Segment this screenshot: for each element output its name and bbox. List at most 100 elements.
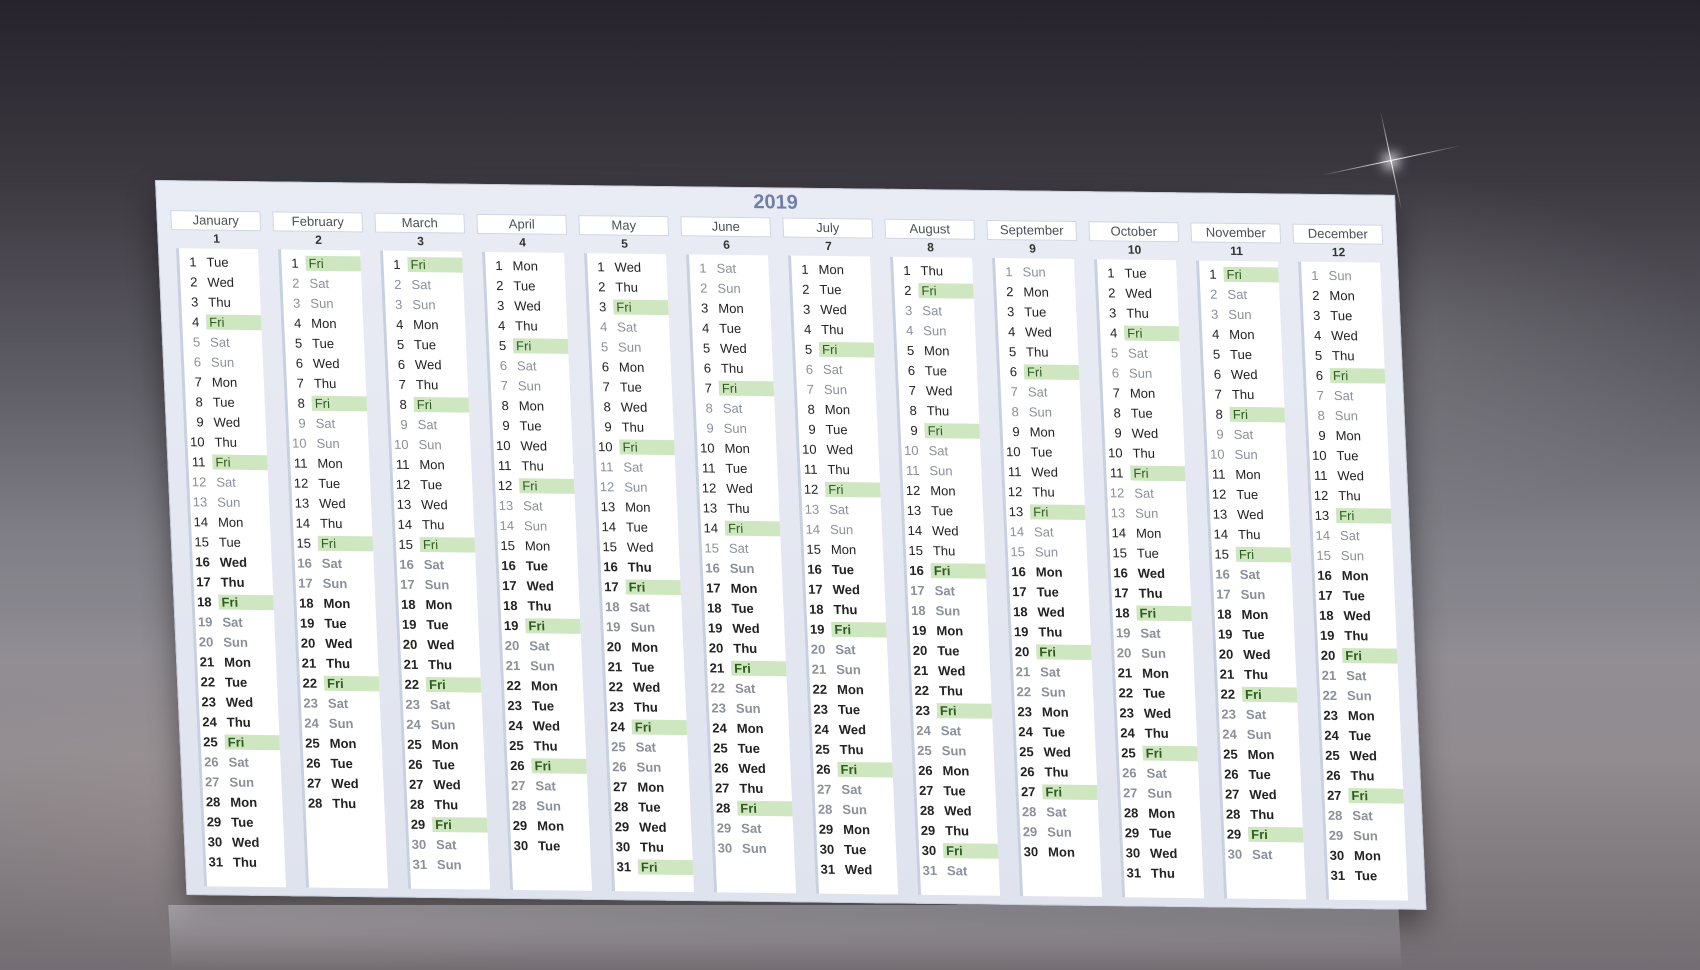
weekday-name: Sat: [928, 442, 949, 458]
day-row: 13 Wed: [292, 492, 372, 513]
weekday-name: Sat: [946, 862, 968, 878]
day-number: 17: [1215, 586, 1231, 602]
day-row: 18 Thu: [806, 599, 886, 620]
weekday-name: Sun: [1346, 687, 1372, 703]
day-row: 12 Sun: [597, 476, 677, 497]
day-number: 27: [612, 778, 628, 794]
day-row: 20 Fri: [1318, 645, 1398, 666]
day-row: 17 Fri: [601, 576, 681, 597]
weekday-name: Fri: [305, 255, 361, 271]
weekday-name: Mon: [1247, 746, 1275, 762]
day-row: 23 Fri: [912, 700, 993, 721]
weekday-name: Fri: [818, 341, 875, 358]
day-list: 1 Tue 2 Wed 3 Thu 4 Fri 5 Sat 6 Sun 7 Mon 8 Tue 9 Wed 10 Th…: [175, 248, 287, 888]
weekday-name: Sun: [636, 758, 662, 775]
weekday-name: Mon: [842, 821, 871, 837]
day-number: 17: [1011, 583, 1027, 599]
day-number: 6: [601, 358, 610, 374]
day-row: 29 Tue: [1122, 822, 1202, 843]
weekday-name: Fri: [323, 675, 380, 691]
weekday-name: Mon: [717, 300, 744, 316]
day-row: 29 Tue: [204, 811, 284, 832]
day-number: 23: [1221, 706, 1237, 722]
table-reflection: [168, 905, 1402, 970]
weekday-name: Wed: [1125, 285, 1153, 301]
day-number: 19: [503, 617, 519, 633]
day-number: 19: [911, 622, 927, 638]
weekday-name: Sun: [1140, 645, 1167, 661]
day-row: 29 Fri: [1224, 823, 1304, 844]
day-number: 24: [406, 716, 422, 732]
weekday-name: Sat: [934, 582, 956, 598]
day-row: 2 Mon: [1302, 285, 1382, 306]
weekday-name: Thu: [1125, 305, 1150, 321]
day-number: 18: [1114, 604, 1130, 620]
weekday-name: Sat: [1339, 527, 1360, 543]
day-number: 3: [904, 302, 913, 318]
weekday-name: Mon: [724, 440, 751, 456]
weekday-name: Fri: [831, 621, 887, 638]
day-row: 28 Sat: [1325, 805, 1405, 826]
day-number: 3: [1108, 304, 1117, 320]
weekday-name: Wed: [1031, 463, 1059, 480]
day-row: 6 Wed: [286, 352, 366, 373]
day-number: 12: [1211, 486, 1227, 502]
day-number: 15: [704, 539, 720, 556]
weekday-name: Fri: [1329, 367, 1386, 384]
day-number: 22: [302, 675, 318, 691]
day-row: 18 Wed: [1316, 605, 1396, 626]
day-row: 19 Sat: [195, 611, 275, 632]
day-row: 7 Sun: [796, 379, 876, 400]
day-row: 27 Thu: [712, 777, 792, 798]
day-row: 30 Mon: [1021, 841, 1101, 862]
weekday-name: Tue: [625, 518, 649, 535]
weekday-name: Fri: [413, 396, 470, 413]
day-row: 8 Tue: [185, 391, 265, 412]
day-row: 24 Sun: [1219, 723, 1299, 744]
day-number: 20: [1014, 643, 1030, 659]
day-number: 17: [195, 573, 211, 589]
day-number: 29: [1022, 823, 1038, 839]
weekday-name: Mon: [223, 654, 252, 670]
day-number: 17: [399, 576, 415, 592]
weekday-name: Sat: [616, 318, 638, 335]
day-number: 28: [1225, 806, 1241, 822]
month-name: January: [170, 210, 262, 232]
day-number: 22: [200, 673, 216, 689]
day-row: 29 Sat: [714, 817, 794, 838]
weekday-name: Mon: [217, 514, 244, 530]
weekday-name: Sun: [729, 560, 755, 576]
day-number: 8: [399, 396, 408, 412]
day-number: 16: [602, 558, 619, 574]
day-row: 17 Thu: [1111, 582, 1191, 603]
day-row: 4 Sat: [590, 316, 670, 337]
weekday-name: Tue: [218, 534, 242, 550]
day-row: 27 Tue: [916, 780, 996, 801]
day-number: 21: [403, 656, 419, 672]
day-row: 22 Sun: [1014, 681, 1094, 702]
day-number: 11: [1109, 464, 1124, 480]
day-row: 22 Wed: [606, 676, 686, 697]
weekday-name: Mon: [824, 401, 851, 417]
day-row: 31 Wed: [818, 859, 898, 880]
weekday-name: Fri: [1142, 745, 1199, 761]
weekday-name: Sat: [1127, 345, 1148, 361]
weekday-name: Thu: [533, 737, 558, 754]
day-row: 27 Fri: [1324, 785, 1404, 806]
day-number: 28: [613, 798, 629, 814]
day-row: 2 Wed: [180, 271, 260, 292]
day-number: 11: [599, 458, 614, 474]
weekday-name: Tue: [825, 421, 848, 437]
weekday-name: Wed: [931, 522, 959, 538]
weekday-name: Mon: [1035, 563, 1063, 580]
weekday-name: Thu: [325, 655, 351, 671]
weekday-name: Mon: [310, 315, 337, 331]
day-row: 26 Fri: [813, 759, 893, 780]
day-row: 17 Sun: [295, 572, 375, 593]
weekday-name: Tue: [432, 756, 456, 772]
weekday-name: Wed: [312, 355, 340, 371]
weekday-name: Sun: [229, 774, 255, 790]
weekday-name: Sun: [529, 657, 556, 674]
day-row: 31 Sat: [920, 860, 1000, 881]
day-row: 19 Sun: [603, 616, 683, 637]
